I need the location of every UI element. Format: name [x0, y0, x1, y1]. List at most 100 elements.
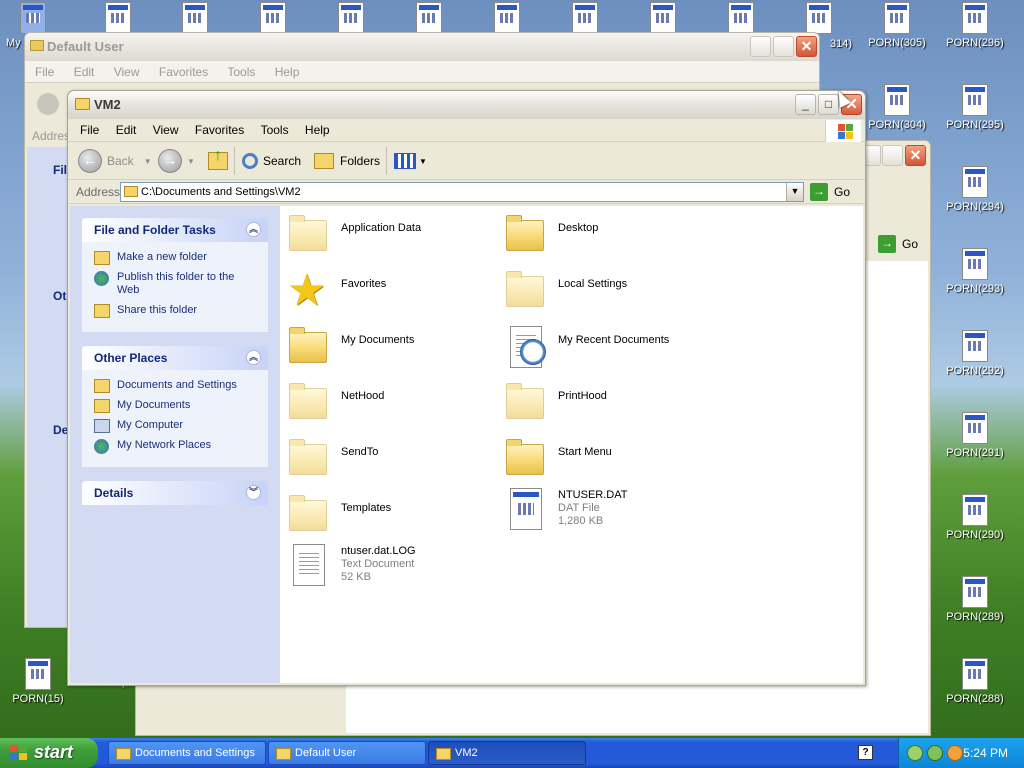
menu-favorites[interactable]: Favorites	[159, 65, 208, 79]
file-icon	[962, 494, 988, 526]
folder-icon	[506, 439, 544, 475]
task-share-folder[interactable]: Share this folder	[94, 304, 258, 318]
place-my-network-places[interactable]: My Network Places	[94, 439, 258, 454]
security-icon[interactable]	[927, 745, 943, 761]
close-button[interactable]: ✕	[796, 36, 817, 57]
file-item[interactable]: My Recent Documents	[502, 324, 669, 372]
collapse-icon[interactable]: ︽	[246, 222, 261, 237]
desktop-icon[interactable]: PORN(295)	[940, 84, 1010, 131]
file-item[interactable]: Templates	[285, 492, 391, 540]
place-documents-and-settings[interactable]: Documents and Settings	[94, 379, 258, 393]
file-item[interactable]: My Documents	[285, 324, 414, 372]
file-icon	[962, 2, 988, 34]
place-my-computer[interactable]: My Computer	[94, 419, 258, 433]
place-my-documents[interactable]: My Documents	[94, 399, 258, 413]
search-button[interactable]: Search	[242, 148, 301, 174]
close-button[interactable]: ✕	[905, 145, 926, 166]
maximize-button[interactable]	[773, 36, 794, 57]
details-panel: Details ︾	[82, 481, 268, 505]
menu-view[interactable]: View	[114, 65, 140, 79]
menu-tools[interactable]: Tools	[227, 65, 255, 79]
panel-header[interactable]: Details ︾	[82, 481, 268, 505]
back-button[interactable]: ← Back ▼	[78, 148, 152, 174]
views-button[interactable]: ▼	[394, 148, 427, 174]
menu-help[interactable]: Help	[275, 65, 300, 79]
go-button[interactable]: → Go	[878, 235, 918, 253]
desktop-icon[interactable]: PORN(289)	[940, 576, 1010, 623]
taskbar-button-vm2[interactable]: VM2	[428, 741, 586, 765]
desktop-icon[interactable]: PORN(288)	[940, 658, 1010, 705]
file-icon	[182, 2, 208, 34]
menu-file[interactable]: File	[35, 65, 54, 79]
file-item[interactable]: SendTo	[285, 436, 378, 484]
folder-icon	[75, 98, 90, 110]
go-button[interactable]: → Go	[810, 183, 850, 201]
desktop-icon[interactable]: PORN(291)	[940, 412, 1010, 459]
minimize-button[interactable]	[750, 36, 771, 57]
folders-button[interactable]: Folders	[314, 148, 380, 174]
menubar: File Edit View Favorites Tools Help	[68, 119, 865, 142]
folder-icon	[116, 748, 131, 760]
folder-icon	[506, 383, 544, 419]
file-item[interactable]: Desktop	[502, 212, 598, 260]
file-item[interactable]: NetHood	[285, 380, 384, 428]
file-item[interactable]: Local Settings	[502, 268, 627, 316]
menu-edit[interactable]: Edit	[116, 123, 137, 137]
file-icon	[884, 84, 910, 116]
file-icon	[962, 84, 988, 116]
menu-view[interactable]: View	[153, 123, 179, 137]
expand-icon[interactable]: ︾	[246, 485, 261, 500]
menu-edit[interactable]: Edit	[74, 65, 95, 79]
desktop-icon[interactable]: PORN(292)	[940, 330, 1010, 377]
windows-logo-icon	[825, 120, 861, 142]
file-item[interactable]: NTUSER.DAT DAT File 1,280 KB	[502, 486, 627, 534]
file-item[interactable]: PrintHood	[502, 380, 607, 428]
desktop-icon[interactable]: PORN(290)	[940, 494, 1010, 541]
desktop-icon[interactable]: PORN(304)	[862, 84, 932, 131]
task-publish-folder[interactable]: Publish this folder to the Web	[94, 271, 258, 297]
file-item[interactable]: Start Menu	[502, 436, 612, 484]
minimize-button[interactable]: _	[795, 94, 816, 115]
file-item[interactable]: ntuser.dat.LOG Text Document 52 KB	[285, 542, 416, 590]
explorer-window-vm2[interactable]: VM2 _ □ ✕ File Edit View Favorites Tools…	[67, 90, 866, 686]
taskbar-button-default-user[interactable]: Default User	[268, 741, 426, 765]
address-input[interactable]: C:\Documents and Settings\VM2 ▼	[120, 182, 804, 202]
panel-header[interactable]: File and Folder Tasks ︽	[82, 218, 268, 242]
panel-header[interactable]: Other Places ︽	[82, 346, 268, 370]
text-document-icon	[293, 544, 325, 586]
menu-tools[interactable]: Tools	[261, 123, 289, 137]
menu-help[interactable]: Help	[305, 123, 330, 137]
maximize-button[interactable]	[882, 145, 903, 166]
clock-icon	[520, 339, 546, 365]
chevron-down-icon[interactable]: ▼	[187, 157, 195, 166]
file-item[interactable]: Application Data	[285, 212, 421, 260]
desktop-icon[interactable]: PORN(305)	[862, 2, 932, 49]
desktop-icon[interactable]: PORN(296)	[940, 2, 1010, 49]
views-icon	[394, 153, 416, 169]
background-window-titlebar[interactable]: Default User ✕	[25, 33, 819, 61]
clock: 5:24 PM	[963, 746, 1008, 760]
menu-favorites[interactable]: Favorites	[195, 123, 244, 137]
back-icon[interactable]	[37, 93, 59, 115]
window-title: VM2	[94, 97, 121, 112]
menu-file[interactable]: File	[80, 123, 99, 137]
window-titlebar[interactable]: VM2 _ □ ✕	[68, 91, 865, 119]
up-folder-button[interactable]: ↑	[208, 147, 228, 174]
search-tray-icon[interactable]	[947, 745, 963, 761]
my-computer-icon	[94, 419, 110, 433]
taskbar-button-documents-and-settings[interactable]: Documents and Settings	[108, 741, 266, 765]
help-icon[interactable]: ?	[858, 745, 873, 760]
task-make-new-folder[interactable]: Make a new folder	[94, 251, 258, 265]
chevron-down-icon[interactable]: ▼	[144, 157, 152, 166]
forward-button[interactable]: → ▼	[158, 148, 195, 174]
collapse-icon[interactable]: ︽	[246, 350, 261, 365]
file-item[interactable]: ★ Favorites	[285, 268, 386, 316]
chevron-down-icon[interactable]: ▼	[786, 183, 803, 201]
desktop-icon[interactable]: PORN(15)	[3, 658, 73, 705]
network-icon[interactable]	[907, 745, 923, 761]
desktop-icon[interactable]: PORN(294)	[940, 166, 1010, 213]
file-icon	[572, 2, 598, 34]
desktop-icon[interactable]: PORN(293)	[940, 248, 1010, 295]
file-icon	[962, 166, 988, 198]
start-button[interactable]: start	[0, 738, 98, 768]
